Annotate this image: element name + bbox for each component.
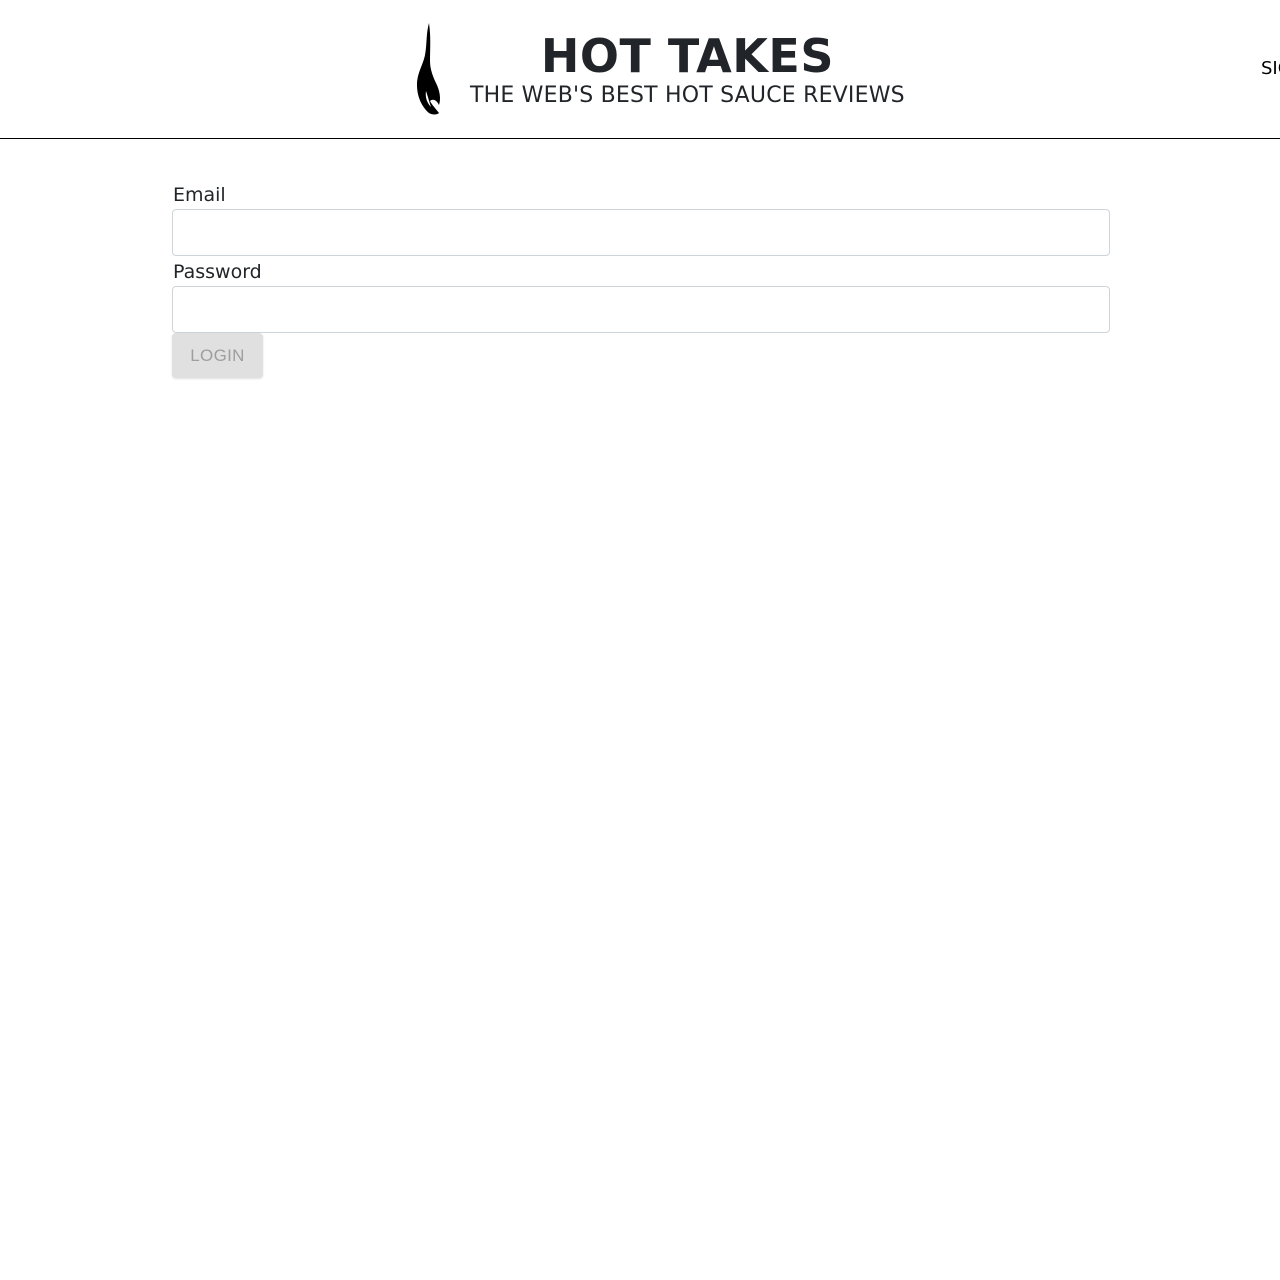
site-header: HOT TAKES THE WEB'S BEST HOT SAUCE REVIE… bbox=[0, 0, 1280, 139]
site-title: HOT TAKES bbox=[540, 29, 834, 83]
brand[interactable]: HOT TAKES THE WEB'S BEST HOT SAUCE REVIE… bbox=[412, 20, 905, 118]
email-label: Email bbox=[173, 184, 226, 206]
password-input[interactable] bbox=[172, 286, 1110, 333]
brand-text: HOT TAKES THE WEB'S BEST HOT SAUCE REVIE… bbox=[470, 30, 905, 110]
login-form: Email Password LOGIN bbox=[172, 183, 1110, 378]
signup-link[interactable]: SIGNUP bbox=[1261, 58, 1280, 80]
flame-icon bbox=[417, 23, 440, 115]
login-button[interactable]: LOGIN bbox=[172, 333, 263, 378]
password-label: Password bbox=[173, 261, 262, 283]
site-tagline: THE WEB'S BEST HOT SAUCE REVIEWS bbox=[470, 83, 905, 108]
email-input[interactable] bbox=[172, 209, 1110, 256]
